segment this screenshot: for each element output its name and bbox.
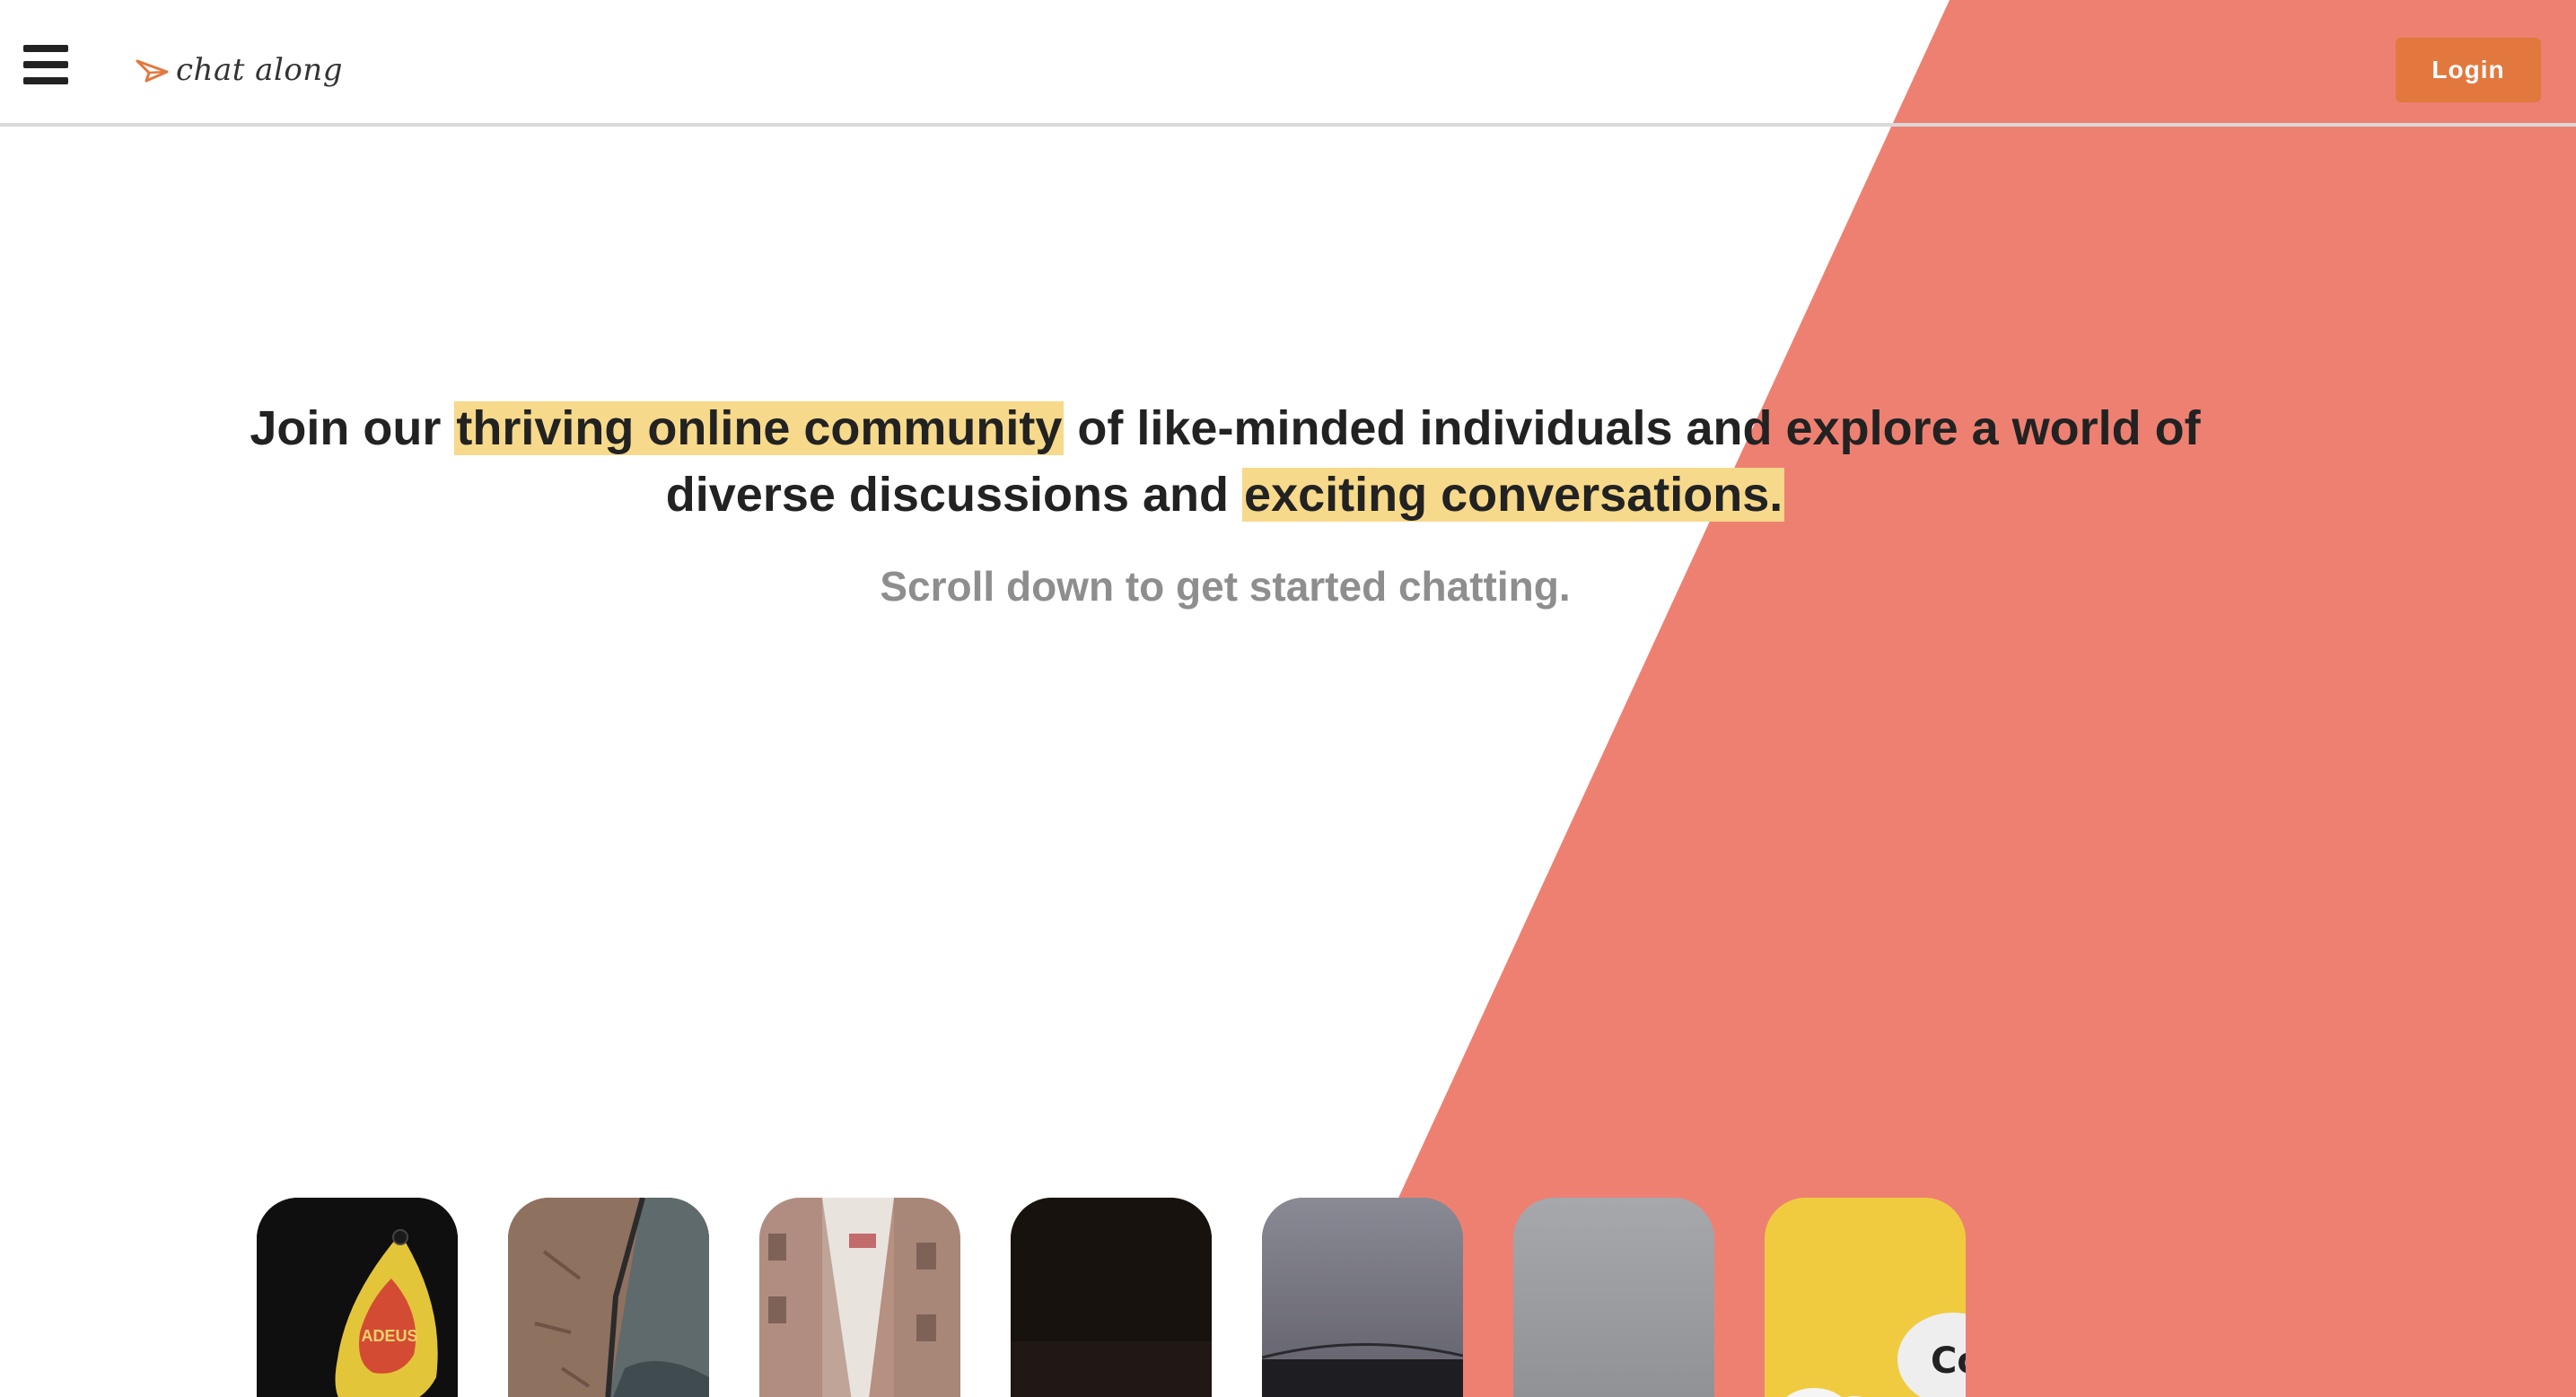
coral-diagonal-background	[1307, 0, 2576, 1397]
hamburger-menu-icon[interactable]	[23, 43, 70, 86]
login-button[interactable]: Login	[2396, 38, 2541, 102]
page: chat along Login Join our thriving onlin…	[0, 0, 2576, 1397]
card-gray[interactable]	[1513, 1198, 1714, 1397]
logo[interactable]: chat along	[135, 47, 343, 93]
card-yellow-bubble[interactable]: Co	[1765, 1198, 1966, 1397]
headline-highlight-community: thriving online community	[454, 401, 1065, 455]
logo-text: chat along	[176, 52, 343, 88]
top-navbar: chat along Login	[0, 0, 2576, 127]
sign-image: ADEUS	[257, 1198, 458, 1397]
headline-text: Join our	[250, 401, 455, 455]
hero-section: Join our thriving online community of li…	[0, 395, 2450, 611]
svg-text:ADEUS: ADEUS	[361, 1327, 417, 1345]
dark-image	[1011, 1198, 1212, 1397]
stormy-sky-image	[1262, 1198, 1463, 1397]
rock-image	[508, 1198, 709, 1397]
card-stormy-sky[interactable]	[1262, 1198, 1463, 1397]
card-rock[interactable]	[508, 1198, 709, 1397]
svg-text:Co: Co	[1931, 1340, 1966, 1382]
paper-plane-icon	[136, 59, 169, 83]
image-card-row: ADEUS C	[257, 1198, 1966, 1397]
gray-image	[1513, 1198, 1714, 1397]
card-street[interactable]	[759, 1198, 960, 1397]
card-dark[interactable]	[1011, 1198, 1212, 1397]
street-image	[759, 1198, 960, 1397]
hero-headline: Join our thriving online community of li…	[224, 395, 2226, 528]
speech-bubble-image: Co	[1765, 1198, 1966, 1397]
card-dark-sign[interactable]: ADEUS	[257, 1198, 458, 1397]
hero-subtitle: Scroll down to get started chatting.	[880, 563, 1571, 610]
headline-highlight-conversations: exciting conversations.	[1242, 468, 1785, 522]
